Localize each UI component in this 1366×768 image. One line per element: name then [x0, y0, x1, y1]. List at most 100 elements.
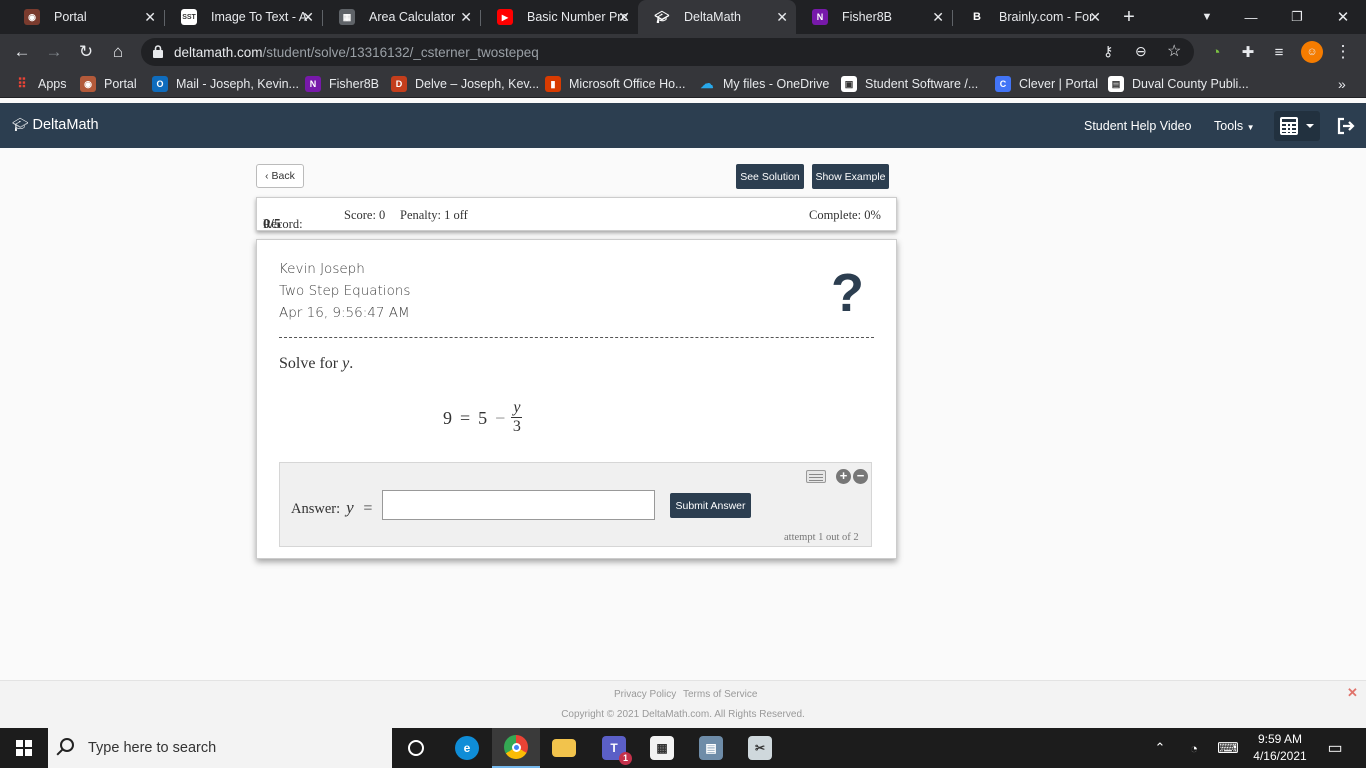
bookmark-apps[interactable]: ⠿ Apps: [14, 75, 66, 93]
equation: 9 = 5 − y 3: [443, 399, 523, 436]
action-center-notification-icon[interactable]: ▭: [1320, 728, 1350, 768]
windows-taskbar: Type here to search e T 1 ▦ ▤ ✂ ⌃ ◔ ⌨ 9:…: [0, 728, 1366, 768]
terms-of-service-link[interactable]: Terms of Service: [683, 689, 757, 700]
tab-search-icon[interactable]: ▼: [1184, 0, 1230, 34]
close-icon[interactable]: ✕: [460, 9, 472, 25]
restore-icon[interactable]: ❐: [1274, 0, 1320, 34]
back-arrow-icon[interactable]: ←: [10, 40, 34, 64]
taskbar-clock[interactable]: 9:59 AM 4/16/2021: [1248, 731, 1312, 765]
browser-tab[interactable]: ▦ Area Calculator ✕: [323, 0, 480, 34]
taskbar-calculator[interactable]: ▤: [687, 728, 735, 768]
bookmark-star-icon[interactable]: ☆: [1167, 41, 1181, 61]
close-icon[interactable]: ✕: [144, 9, 156, 25]
tools-menu[interactable]: Tools ▼: [1214, 119, 1255, 133]
close-icon[interactable]: ✕: [618, 9, 630, 25]
extension-timer-icon[interactable]: ◔: [1205, 41, 1227, 63]
close-icon[interactable]: ✕: [1089, 9, 1101, 25]
window-close-icon[interactable]: ✕: [1320, 0, 1366, 34]
taskbar-edge[interactable]: e: [443, 728, 491, 768]
privacy-policy-link[interactable]: Privacy Policy: [614, 689, 676, 700]
submit-answer-button[interactable]: Submit Answer: [670, 493, 751, 518]
taskbar-search[interactable]: Type here to search: [48, 728, 392, 768]
answer-input[interactable]: [382, 490, 655, 520]
back-button[interactable]: ‹ Back: [256, 164, 304, 188]
browser-tab[interactable]: SST Image To Text - A ✕: [165, 0, 322, 34]
student-help-video-link[interactable]: Student Help Video: [1084, 119, 1192, 133]
record-value: 0/5: [263, 217, 281, 232]
extensions-puzzle-icon[interactable]: ✚: [1237, 41, 1259, 63]
calculator-button[interactable]: [1274, 111, 1320, 141]
taskbar-store[interactable]: ▦: [638, 728, 686, 768]
home-icon[interactable]: ⌂: [106, 40, 130, 64]
address-bar[interactable]: deltamath.com/student/solve/13316132/_cs…: [141, 38, 1194, 66]
menu-kebab-icon[interactable]: ⋮: [1332, 41, 1354, 63]
more-bookmarks-chevron-icon[interactable]: »: [1338, 75, 1346, 93]
answer-variable: y: [346, 498, 354, 517]
zoom-out-minus-icon[interactable]: −: [853, 469, 868, 484]
key-icon[interactable]: ⚷: [1103, 43, 1113, 60]
taskbar-chrome[interactable]: [492, 728, 540, 768]
zoom-in-plus-icon[interactable]: +: [836, 469, 851, 484]
page-footer: Privacy Policy Terms of Service Copyrigh…: [0, 680, 1366, 728]
show-example-button[interactable]: Show Example: [812, 164, 889, 189]
graduation-cap-icon: 🎓︎: [12, 117, 29, 132]
edge-icon: e: [455, 736, 479, 760]
bookmark-label: Fisher8B: [329, 77, 380, 91]
taskbar-cortana[interactable]: [392, 728, 440, 768]
logout-icon[interactable]: [1337, 117, 1355, 135]
score-stat: Score: 0: [344, 208, 386, 222]
bookmarks-bar: ⠿ Apps ◉ Portal O Mail - Joseph, Kevin..…: [0, 70, 1366, 98]
assignment-name: Two Step Equations: [279, 283, 411, 299]
bookmark-delve[interactable]: D Delve – Joseph, Kev...: [391, 75, 539, 93]
forward-arrow-icon[interactable]: →: [42, 40, 66, 64]
hidden-icons-chevron-up-icon[interactable]: ⌃: [1150, 728, 1170, 768]
bookmark-label: Mail - Joseph, Kevin...: [176, 77, 299, 91]
browser-tab[interactable]: ▶ Basic Number Pro ✕: [481, 0, 638, 34]
prompt-text: Solve for: [279, 355, 339, 372]
app-header: 🎓︎ DeltaMath Student Help Video Tools ▼: [0, 103, 1366, 148]
url-path: /student/solve/13316132/_csterner_twoste…: [262, 45, 539, 60]
close-icon[interactable]: ✕: [776, 9, 788, 25]
problem-card: Kevin Joseph Two Step Equations Apr 16, …: [256, 239, 897, 559]
start-button[interactable]: [0, 728, 48, 768]
taskbar-teams[interactable]: T 1: [590, 728, 638, 768]
new-tab-plus-icon[interactable]: +: [1106, 0, 1152, 34]
tab-title: Fisher8B: [842, 10, 893, 24]
app-logo[interactable]: 🎓︎ DeltaMath: [12, 117, 99, 133]
onenote-icon: N: [812, 9, 828, 25]
clever-icon: C: [995, 76, 1011, 92]
bookmark-fisher8b[interactable]: N Fisher8B: [305, 75, 379, 93]
see-solution-button[interactable]: See Solution: [736, 164, 804, 189]
network-wifi-icon[interactable]: ◔: [1183, 728, 1205, 768]
close-icon[interactable]: ✕: [302, 9, 314, 25]
fraction-numerator: y: [511, 399, 523, 418]
media-control-icon[interactable]: ≡: [1268, 41, 1290, 63]
close-icon[interactable]: ✕: [932, 9, 944, 25]
browser-tab[interactable]: N Fisher8B ✕: [796, 0, 952, 34]
tab-title: Image To Text - A: [211, 10, 308, 24]
bookmark-mail[interactable]: O Mail - Joseph, Kevin...: [152, 75, 299, 93]
bookmark-office[interactable]: ▮ Microsoft Office Ho...: [545, 75, 685, 93]
profile-avatar[interactable]: ☺: [1301, 41, 1323, 63]
bookmark-student-software[interactable]: ▣ Student Software /...: [841, 75, 978, 93]
browser-tab[interactable]: B Brainly.com - For ✕: [953, 0, 1109, 34]
browser-tab[interactable]: ◉ Portal ✕: [8, 0, 164, 34]
minimize-icon[interactable]: —: [1228, 0, 1274, 34]
keyboard-icon[interactable]: ⌨: [1214, 728, 1242, 768]
bookmark-portal[interactable]: ◉ Portal: [80, 75, 137, 93]
close-icon[interactable]: ✕: [1347, 685, 1358, 701]
help-question-icon[interactable]: ?: [831, 262, 864, 324]
bookmark-onedrive[interactable]: ☁ My files - OneDrive: [699, 75, 830, 93]
reload-icon[interactable]: ↻: [74, 40, 98, 64]
keyboard-icon[interactable]: [806, 470, 826, 483]
duval-icon: ▤: [1108, 76, 1124, 92]
bookmark-clever[interactable]: C Clever | Portal: [995, 75, 1098, 93]
taskbar-snipping[interactable]: ✂: [736, 728, 784, 768]
url-host: deltamath.com: [174, 45, 263, 60]
tab-title: Basic Number Pro: [527, 10, 627, 24]
bookmark-duval[interactable]: ▤ Duval County Publi...: [1108, 75, 1249, 93]
browser-tab-active[interactable]: 🎓︎ DeltaMath ✕: [638, 0, 796, 34]
taskbar-file-explorer[interactable]: [540, 728, 588, 768]
zoom-icon[interactable]: ⊖: [1135, 43, 1147, 60]
equation-fraction: y 3: [511, 399, 523, 436]
